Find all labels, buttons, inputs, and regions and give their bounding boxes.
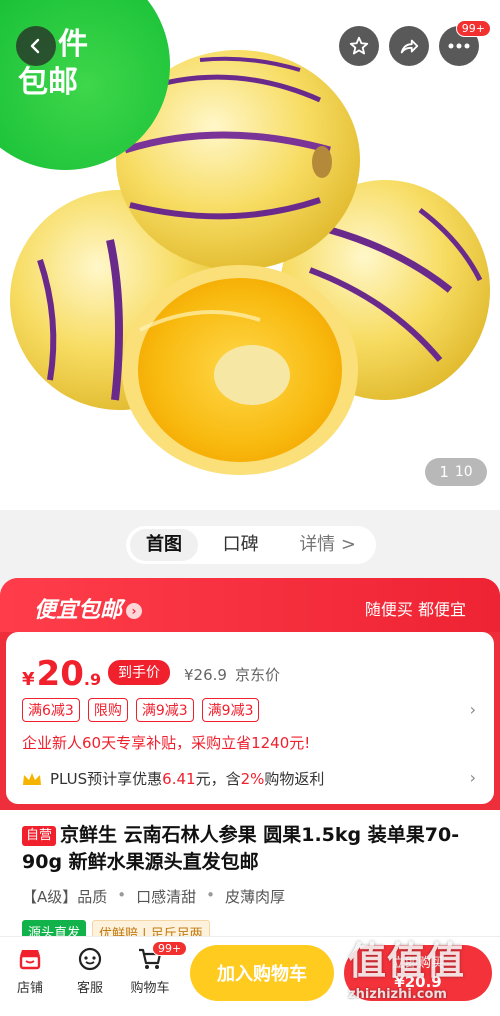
back-button[interactable] <box>16 26 56 66</box>
section-tabs-bar: 首图 口碑 详情 > <box>0 510 500 578</box>
coupon-tag: 满9减3 <box>201 698 260 722</box>
more-button[interactable]: 99+ <box>439 20 491 66</box>
attr-skin: 皮薄肉厚 <box>225 888 286 906</box>
self-operated-badge: 自营 <box>22 826 57 846</box>
cart-label: 购物车 <box>130 981 170 996</box>
share-button[interactable] <box>389 26 429 66</box>
share-icon <box>400 39 419 54</box>
jd-price-label: 京东价 <box>234 666 280 684</box>
buy-now-label: 立即购买 <box>391 956 444 971</box>
promo-slogan: 随便买 都便宜 <box>364 600 466 619</box>
plus-amount: 6.41 <box>162 769 196 788</box>
hand-price-badge: 到手价 <box>108 660 170 685</box>
attr-separator: • <box>117 886 127 904</box>
cart-count-badge: 99+ <box>152 941 188 956</box>
service-label: 客服 <box>76 981 103 996</box>
plus-mid: 元，含 <box>195 770 241 788</box>
image-counter-total: 10 <box>454 464 473 480</box>
buy-now-button[interactable]: 立即购买 ¥20.9 <box>344 945 492 1001</box>
promo-card: 便宜包邮 › 随便买 都便宜 ¥ 20 .9 到手价 ¥26.9 京东价 满6减3 … <box>0 578 500 810</box>
tab-main-image[interactable]: 首图 <box>130 529 198 561</box>
product-title: 自营 京鲜生 云南石林人参果 圆果1.5kg 装单果70-90g 新鲜水果源头直发… <box>22 822 482 876</box>
product-image-carousel[interactable]: 件 包邮 99+ 1 10 <box>0 0 500 510</box>
buy-now-price: ¥20.9 <box>394 973 442 991</box>
promo-title: 便宜包邮 › <box>34 592 143 624</box>
shop-button[interactable]: 店铺 <box>2 945 58 996</box>
shop-label: 店铺 <box>16 981 43 996</box>
add-to-cart-button[interactable]: 加入购物车 <box>190 945 334 1001</box>
plus-benefit-row[interactable]: PLUS预计享优惠 6.41 元，含 2% 购物返利 <box>22 768 324 789</box>
chevron-right-icon[interactable]: › <box>470 768 476 787</box>
store-icon <box>19 950 41 970</box>
promo-header[interactable]: 便宜包邮 › 随便买 都便宜 <box>0 578 500 632</box>
crown-icon <box>23 772 41 785</box>
coupon-tag: 限购 <box>87 698 128 722</box>
bottom-action-bar: 店铺 客服 99+ 购物车 加入购物车 立即购买 ¥20.9 <box>0 936 500 1016</box>
plus-suffix: 购物返利 <box>264 770 325 788</box>
cart-button[interactable]: 99+ 购物车 <box>122 941 188 996</box>
product-attributes: 【A级】品质 • 口感清甜 • 皮薄肉厚 <box>22 886 285 907</box>
image-counter: 1 10 <box>425 458 487 486</box>
chevron-left-icon <box>30 38 40 54</box>
tab-reviews[interactable]: 口碑 <box>207 529 275 561</box>
attr-grade: 【A级】品质 <box>22 888 108 906</box>
chevron-right-icon[interactable]: › <box>470 700 476 719</box>
price-integer: 20 <box>36 654 84 694</box>
more-dots-icon <box>448 43 470 49</box>
jd-price: ¥26.9 京东价 <box>184 664 280 685</box>
jd-price-value: ¥26.9 <box>184 666 227 684</box>
message-count-badge: 99+ <box>455 20 491 37</box>
tab-details[interactable]: 详情 > <box>283 529 372 561</box>
coupon-list[interactable]: 满6减3 限购 满9减3 满9减3 <box>22 698 260 722</box>
price-currency: ¥ <box>22 669 35 690</box>
attr-taste: 口感清甜 <box>136 888 197 906</box>
customer-service-button[interactable]: 客服 <box>62 945 118 996</box>
chevron-right-icon: › <box>126 603 143 619</box>
coupon-tag: 满9减3 <box>135 698 194 722</box>
price-decimal: .9 <box>83 670 102 689</box>
section-tabs: 首图 口碑 详情 > <box>126 526 376 564</box>
image-counter-current: 1 <box>439 463 449 481</box>
coupon-tag: 满6减3 <box>22 698 80 722</box>
star-icon <box>349 36 369 55</box>
favorite-button[interactable] <box>339 26 379 66</box>
final-price: ¥ 20 .9 <box>22 654 101 694</box>
service-chat-icon <box>78 947 102 971</box>
plus-rate: 2% <box>240 769 265 788</box>
promo-title-text: 便宜包邮 <box>34 598 123 623</box>
plus-prefix: PLUS预计享优惠 <box>50 770 163 788</box>
attr-separator: • <box>206 886 215 904</box>
enterprise-subsidy-text: 企业新人60天专享补贴，采购立省1240元! <box>22 734 311 752</box>
corner-tag-line2: 包邮 <box>18 65 78 100</box>
product-title-text: 京鲜生 云南石林人参果 圆果1.5kg 装单果70-90g 新鲜水果源头直发包邮 <box>22 824 460 873</box>
price-panel: ¥ 20 .9 到手价 ¥26.9 京东价 满6减3 限购 满9减3 满9减3 ›… <box>6 632 494 804</box>
